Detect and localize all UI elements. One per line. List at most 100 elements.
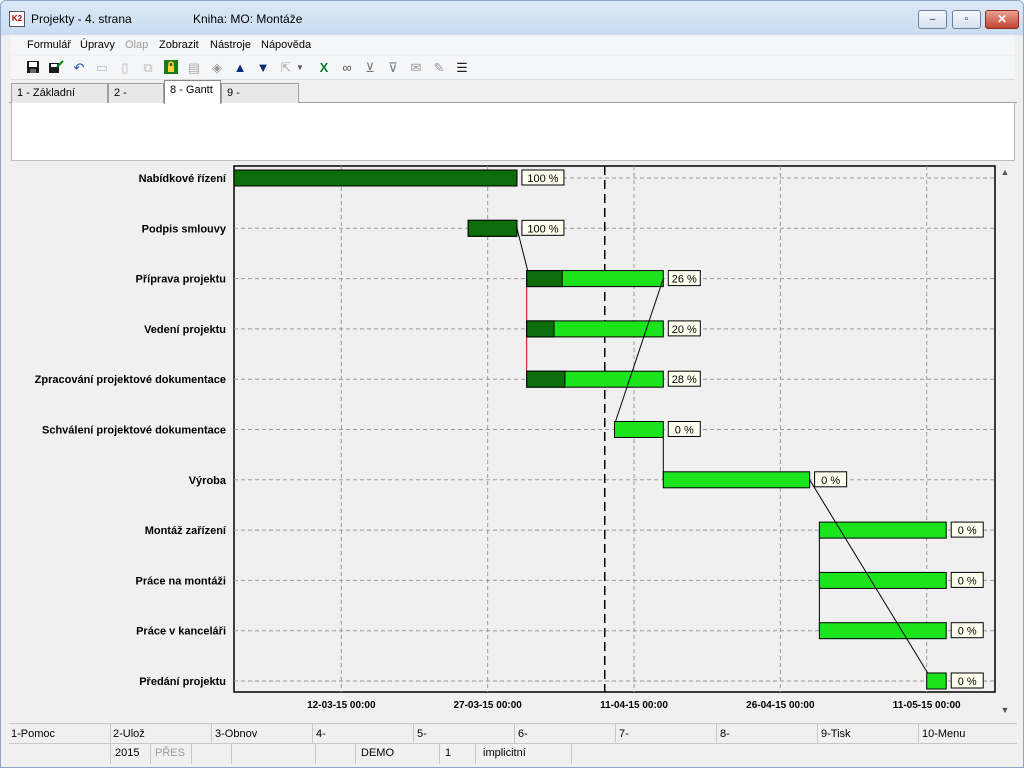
title-bar[interactable]: K2 Projekty - 4. strana Kniha: MO: Montá… (1, 1, 1023, 35)
open-folder-icon: ▭ (95, 60, 109, 75)
scroll-down-icon[interactable]: ▼ (1001, 705, 1010, 715)
fkey-separator (211, 724, 212, 744)
fkey-9[interactable]: 9-Tisk (821, 728, 851, 740)
fkey-separator (312, 724, 313, 744)
function-key-bar: 1-Pomoc 2-Ulož 3-Obnov 4- 5- 6- 7- 8- 9-… (9, 723, 1017, 744)
task-name-label: Nabídkové řízení (139, 173, 227, 185)
fkey-7[interactable]: 7- (619, 728, 629, 740)
task-name-label: Schválení projektové dokumentace (42, 425, 226, 437)
close-button[interactable]: ✕ (985, 10, 1019, 29)
progress-label: 0 % (958, 626, 977, 638)
task-bar[interactable] (818, 571, 947, 589)
tab-gantt[interactable]: 8 - Gantt (164, 80, 221, 104)
layers-icon[interactable]: ◈ (208, 59, 226, 77)
fkey-separator (716, 724, 717, 744)
task-name-label: Vedení projektu (144, 324, 226, 336)
save-as-icon[interactable] (47, 59, 65, 77)
task-bar[interactable] (818, 622, 947, 640)
mail-icon[interactable]: ✉ (407, 59, 425, 77)
filter-icon[interactable]: ⊻ (361, 59, 379, 77)
task-name-label: Podpis smlouvy (142, 223, 227, 235)
menu-upravy[interactable]: Úpravy (80, 39, 115, 51)
menu-nastroje[interactable]: Nástroje (210, 39, 251, 51)
gantt-chart: 100 % 100 % 26 % 20 % 28 % 0 % 0 % 0 % 0 % 0 % 0 %… (11, 163, 1015, 718)
task-bar-progress (233, 169, 518, 187)
status-separator (439, 744, 440, 764)
new-document-icon: ▯ (121, 60, 129, 75)
task-name-label: Příprava projektu (136, 274, 226, 286)
fkey-8[interactable]: 8- (720, 728, 730, 740)
progress-label: 0 % (821, 475, 840, 487)
vertical-scrollbar[interactable] (997, 163, 1013, 718)
axis-tick-label: 12-03-15 00:00 (307, 700, 376, 711)
progress-label: 0 % (958, 676, 977, 688)
task-name-label: Práce v kanceláři (136, 626, 226, 638)
arrow-up-icon[interactable]: ▲ (231, 59, 249, 77)
status-number: 1 (445, 747, 452, 759)
progress-label: 28 % (672, 374, 697, 386)
tab-zakladni-udaje[interactable]: 1 - Základní údaje (11, 83, 108, 118)
excel-icon[interactable]: X (315, 59, 333, 77)
task-bar-progress (526, 270, 563, 288)
status-separator (191, 744, 192, 764)
status-separator (475, 744, 476, 764)
status-separator (231, 744, 232, 764)
lock-icon[interactable] (162, 59, 180, 77)
app-icon: K2 (9, 11, 25, 27)
fkey-6[interactable]: 6- (518, 728, 528, 740)
export-icon: ⇱ (280, 60, 292, 75)
binoculars-icon[interactable]: ∞ (338, 59, 356, 77)
menu-formular[interactable]: Formulář (27, 39, 71, 51)
status-separator (571, 744, 572, 764)
status-bar: 2015 PŘES DEMO 1 implicitní (9, 743, 1017, 764)
axis-tick-label: 27-03-15 00:00 (453, 700, 522, 711)
task-name-label: Výroba (189, 475, 227, 487)
task-bar-progress (526, 320, 555, 338)
task-bar[interactable] (614, 421, 664, 438)
fkey-4[interactable]: 4- (316, 728, 326, 740)
arrow-down-icon[interactable]: ▼ (254, 59, 272, 77)
task-name-label: Zpracování projektové dokumentace (35, 374, 226, 386)
fkey-2[interactable]: 2-Ulož (113, 728, 145, 740)
maximize-button[interactable]: ▫ (952, 10, 981, 29)
task-bar-progress (467, 219, 518, 237)
progress-label: 20 % (672, 324, 697, 336)
save-icon[interactable] (24, 59, 42, 77)
edit-icon[interactable]: ✎ (430, 59, 448, 77)
fkey-10[interactable]: 10-Menu (922, 728, 965, 740)
fkey-separator (413, 724, 414, 744)
book-label: Kniha: MO: Montáže (193, 12, 303, 26)
fkey-5[interactable]: 5- (417, 728, 427, 740)
scroll-up-icon[interactable]: ▲ (1001, 167, 1010, 177)
fkey-1[interactable]: 1-Pomoc (11, 728, 55, 740)
tab-dokumenty[interactable]: 9 - Dokumenty (221, 83, 299, 118)
minimize-button[interactable]: – (918, 10, 947, 29)
task-name-label: Montáž zařízení (145, 525, 227, 537)
task-bar[interactable] (662, 471, 811, 489)
menu-napoveda[interactable]: Nápověda (261, 39, 311, 51)
main-window: K2 Projekty - 4. strana Kniha: MO: Montá… (0, 0, 1024, 768)
book-icon: ▤ (187, 60, 201, 75)
fkey-separator (918, 724, 919, 744)
menu-icon[interactable]: ☰ (453, 59, 471, 77)
menu-bar: Formulář Úpravy Olap Zobrazit Nástroje N… (11, 35, 1015, 55)
progress-label: 26 % (672, 274, 697, 286)
fkey-3[interactable]: 3-Obnov (215, 728, 257, 740)
task-bar[interactable] (818, 521, 947, 539)
status-profile: implicitní (483, 747, 526, 759)
axis-tick-label: 11-05-15 00:00 (893, 700, 961, 711)
task-name-label: Práce na montáži (136, 575, 226, 587)
fkey-separator (615, 724, 616, 744)
filter-edit-icon[interactable]: ⊽ (384, 59, 402, 77)
fkey-separator (110, 724, 111, 744)
undo-icon[interactable]: ↶ (70, 59, 88, 77)
menu-zobrazit[interactable]: Zobrazit (159, 39, 199, 51)
dropdown-arrow-icon[interactable]: ▼ (295, 59, 305, 77)
status-separator (150, 744, 151, 764)
tab-etapy[interactable]: 2 - Etapy (108, 83, 164, 118)
progress-label: 0 % (958, 575, 977, 587)
task-bar[interactable] (926, 672, 947, 690)
status-database: DEMO (361, 747, 394, 759)
toolbar: ↶ ▭ ▯ ⧉ ▤ ◈ ▲ ▼ ⇱ ▼ X ∞ ⊻ ⊽ ✉ ✎ ☰ (11, 56, 1015, 80)
task-name-label: Předání projektu (139, 676, 226, 688)
